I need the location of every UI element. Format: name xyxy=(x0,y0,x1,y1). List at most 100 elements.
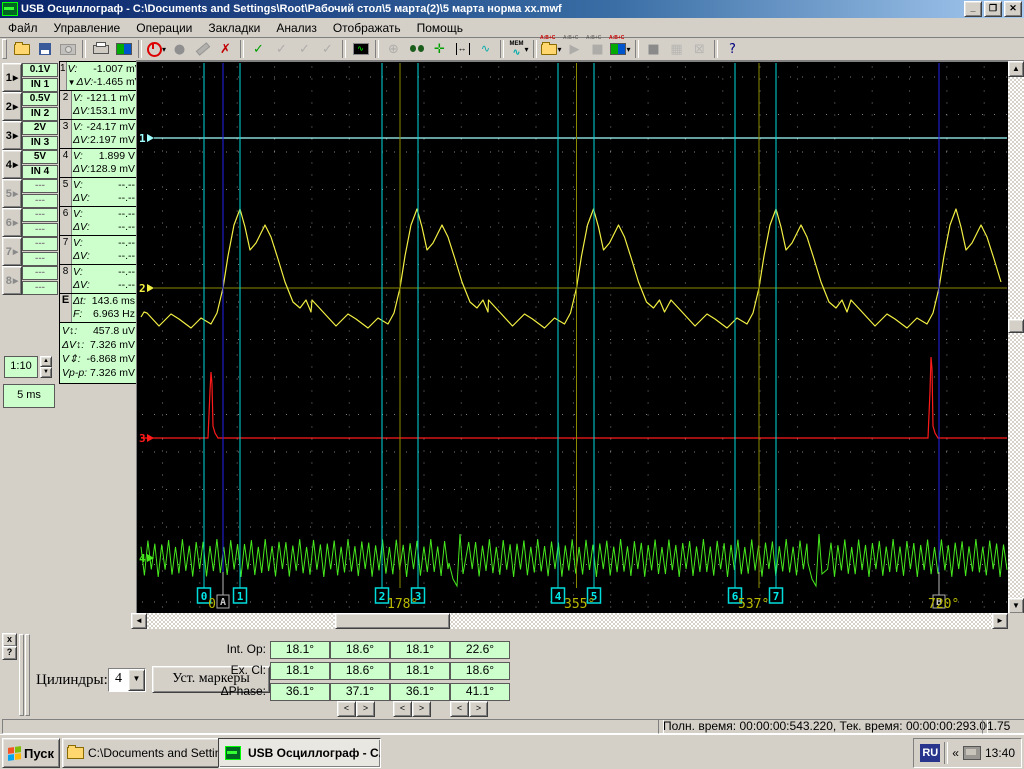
cursor-line-3: Vp-p:7.326 mV xyxy=(62,367,135,381)
marker-1[interactable]: 1 xyxy=(234,588,247,603)
task-button-0[interactable]: C:\Documents and Settin... xyxy=(62,738,225,768)
start-button[interactable]: Пуск xyxy=(2,738,60,768)
add-marker-button[interactable]: ✛ xyxy=(428,39,451,59)
channel-2-range[interactable]: 0.5V xyxy=(22,92,58,106)
cursor-label: Vp-p: xyxy=(62,367,87,381)
channel-5-input[interactable]: --- xyxy=(22,194,58,208)
marker-A[interactable]: A xyxy=(217,595,229,608)
timebase-value[interactable]: 5 ms xyxy=(3,384,55,408)
minimize-button[interactable]: _ xyxy=(964,1,982,17)
channel-3-input[interactable]: IN 3 xyxy=(22,136,58,150)
oscillogram-plot[interactable]: 01234567AB0178°355°537°720°1234 xyxy=(136,61,1010,614)
accept-first-button: ✓ xyxy=(270,39,293,59)
ratio-spin-up-button[interactable]: ▲ xyxy=(40,356,52,367)
channel-3-range[interactable]: 2V xyxy=(22,121,58,135)
channel-7-input[interactable]: --- xyxy=(22,252,58,266)
wave-cursors-button[interactable]: ∿ xyxy=(474,39,497,59)
menu-item-6[interactable]: Помощь xyxy=(409,19,471,37)
script-display-dropdown-arrow-icon[interactable]: ▾ xyxy=(626,45,630,54)
task-button-1[interactable]: USB Осциллограф - С... xyxy=(218,738,381,768)
channel-2-input[interactable]: IN 2 xyxy=(22,107,58,121)
toolbar-grip[interactable] xyxy=(2,39,7,59)
channel-5-button[interactable]: 5▶ xyxy=(2,179,22,208)
panel-close-button[interactable]: x xyxy=(2,633,17,647)
vertical-scrollbar[interactable]: ▲ ▼ xyxy=(1008,61,1024,614)
language-indicator[interactable]: RU xyxy=(920,744,940,762)
oscillogram-canvas[interactable]: 01234567AB0178°355°537°720°1234 xyxy=(137,62,1010,614)
channel-1-position-marker[interactable]: 1 xyxy=(139,132,154,145)
maximize-button[interactable]: ❐ xyxy=(984,1,1002,17)
save-file-button[interactable] xyxy=(33,39,56,59)
freq-line: F:6.963 Hz xyxy=(73,308,135,321)
channel-4-range[interactable]: 5V xyxy=(22,150,58,164)
panel-splitter[interactable] xyxy=(19,634,24,716)
menu-item-3[interactable]: Закладки xyxy=(200,19,268,37)
channel-2-button[interactable]: 2▶ xyxy=(2,92,22,121)
record-button[interactable]: ● xyxy=(168,39,191,59)
marker-7[interactable]: 7 xyxy=(770,588,783,603)
pane-single-button[interactable]: ■ xyxy=(642,39,665,59)
scroll-down-button[interactable]: ▼ xyxy=(1008,598,1024,614)
oscillogram-view-button[interactable]: ∿ xyxy=(349,39,372,59)
channel-8-button[interactable]: 8▶ xyxy=(2,266,22,295)
channel-1-range[interactable]: 0.1V xyxy=(22,63,58,77)
channel-8-input[interactable]: --- xyxy=(22,281,58,295)
tray-chevron-icon[interactable]: « xyxy=(952,746,959,760)
horizontal-scrollbar[interactable]: ◄ ► xyxy=(131,613,1008,629)
cylinder-prev-button[interactable]: < xyxy=(337,701,356,717)
chevron-down-icon[interactable]: ▼ xyxy=(128,669,145,691)
channel-2-position-marker[interactable]: 2 xyxy=(139,282,154,295)
menu-item-1[interactable]: Управление xyxy=(46,19,129,37)
channel-8-range[interactable]: --- xyxy=(22,266,58,280)
memory-button[interactable]: MEM∿▾ xyxy=(507,39,530,59)
network-icon[interactable] xyxy=(963,746,981,760)
power-dropdown-arrow-icon[interactable]: ▾ xyxy=(162,45,166,54)
menu-item-0[interactable]: Файл xyxy=(0,19,46,37)
script-open-button[interactable]: A:B+C▾ xyxy=(540,39,563,59)
menu-item-2[interactable]: Операции xyxy=(128,19,200,37)
accept-button[interactable]: ✓ xyxy=(247,39,270,59)
marker-4[interactable]: 4 xyxy=(552,588,565,603)
cylinder-prev-button[interactable]: < xyxy=(393,701,412,717)
script-display-button[interactable]: A:B+C▾ xyxy=(609,39,632,59)
channel-6-input[interactable]: --- xyxy=(22,223,58,237)
cylinder-next-button[interactable]: > xyxy=(469,701,488,717)
channel-7-range[interactable]: --- xyxy=(22,237,58,251)
vertical-cursors-button[interactable] xyxy=(451,39,474,59)
print-button[interactable] xyxy=(89,39,112,59)
channel-3-button[interactable]: 3▶ xyxy=(2,121,22,150)
display-settings-button[interactable] xyxy=(112,39,135,59)
probe-ratio-value[interactable]: 1:10 xyxy=(4,356,38,378)
help-button[interactable]: ? xyxy=(721,39,744,59)
power-button[interactable]: ▾ xyxy=(145,39,168,59)
scroll-up-button[interactable]: ▲ xyxy=(1008,61,1024,77)
open-file-button[interactable] xyxy=(10,39,33,59)
panel-help-button[interactable]: ? xyxy=(2,646,17,660)
script-open-dropdown-arrow-icon[interactable]: ▾ xyxy=(557,45,561,54)
panel-splitter[interactable] xyxy=(25,634,30,716)
channel-6-button[interactable]: 6▶ xyxy=(2,208,22,237)
horizontal-scroll-thumb[interactable] xyxy=(335,613,450,629)
ratio-spin-down-button[interactable]: ▼ xyxy=(40,367,52,378)
scroll-left-button[interactable]: ◄ xyxy=(131,613,147,629)
channel-5-range[interactable]: --- xyxy=(22,179,58,193)
cylinder-next-button[interactable]: > xyxy=(356,701,375,717)
cylinder-prev-button[interactable]: < xyxy=(450,701,469,717)
channel-6-range[interactable]: --- xyxy=(22,208,58,222)
channel-1-input[interactable]: IN 1 xyxy=(22,78,58,92)
menu-item-5[interactable]: Отображать xyxy=(325,19,409,37)
close-button[interactable]: ✕ xyxy=(1004,1,1022,17)
cylinders-select[interactable]: 4 ▼ xyxy=(108,668,146,692)
cylinder-next-button[interactable]: > xyxy=(412,701,431,717)
memory-dropdown-arrow-icon[interactable]: ▾ xyxy=(524,45,528,54)
channel-4-input[interactable]: IN 4 xyxy=(22,165,58,179)
erase-button[interactable]: ✗ xyxy=(214,39,237,59)
channel-4-button[interactable]: 4▶ xyxy=(2,150,22,179)
scroll-right-button[interactable]: ► xyxy=(992,613,1008,629)
measurement-v-line: V:-1.007 mV xyxy=(68,63,142,76)
channel-7-button[interactable]: 7▶ xyxy=(2,237,22,266)
channel-1-button[interactable]: 1▶ xyxy=(2,63,22,92)
menu-item-4[interactable]: Анализ xyxy=(268,19,325,37)
search-button[interactable] xyxy=(405,39,428,59)
vertical-scroll-thumb[interactable] xyxy=(1008,319,1024,333)
